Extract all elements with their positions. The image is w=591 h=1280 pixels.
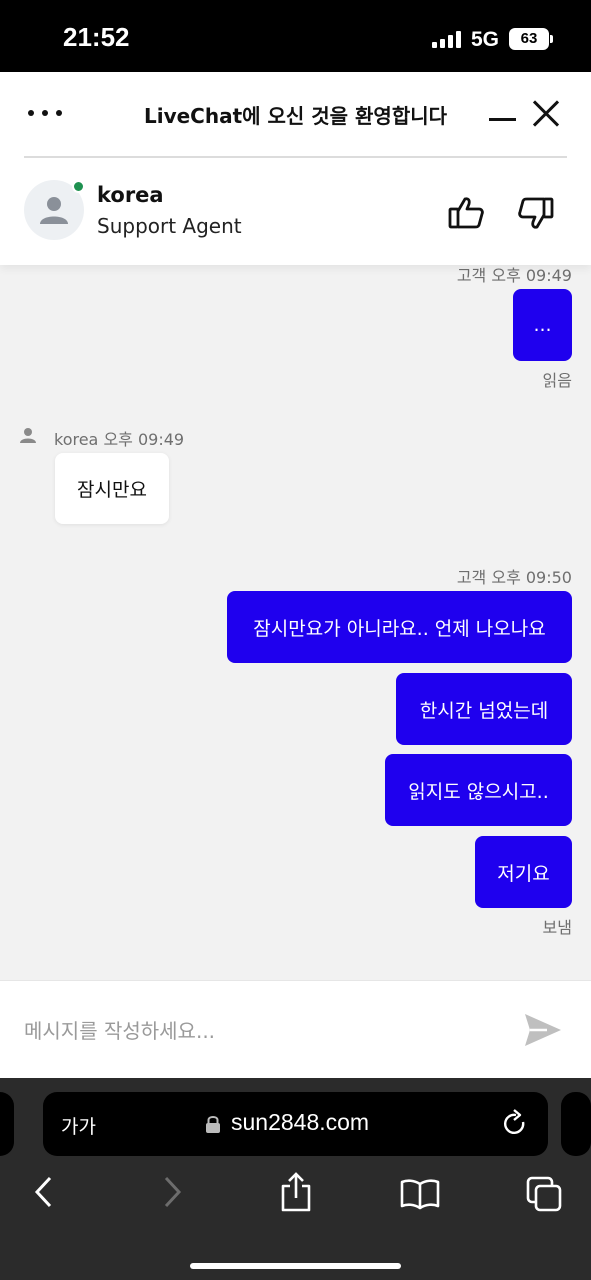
status-time: 21:52 — [63, 22, 130, 52]
lock-icon — [206, 1116, 220, 1133]
read-status: 읽음 — [542, 371, 572, 390]
message-meta: korea 오후 09:49 — [54, 430, 185, 449]
share-icon[interactable] — [279, 1172, 313, 1212]
message-meta: 고객 오후 09:50 — [456, 568, 572, 587]
sent-status: 보냄 — [542, 918, 572, 937]
url-text[interactable]: sun2848.com — [231, 1109, 369, 1136]
message-composer: 메시지를 작성하세요... — [0, 980, 591, 1078]
status-bar: 21:52 5G 63 — [0, 0, 591, 72]
customer-message-bubble: 잠시만요가 아니라요.. 언제 나오나요 — [227, 591, 572, 663]
battery-icon: 63 — [509, 28, 549, 50]
thumbs-up-icon[interactable] — [447, 195, 485, 231]
chat-header: LiveChat에 오신 것을 환영합니다 korea Support Agen… — [0, 72, 591, 265]
cellular-signal-icon — [432, 30, 462, 48]
minimize-icon[interactable] — [489, 118, 516, 121]
thumbs-down-icon[interactable] — [517, 195, 555, 231]
address-bar[interactable]: 가가 sun2848.com — [43, 1092, 548, 1156]
person-icon — [40, 197, 68, 224]
agent-message-bubble: 잠시만요 — [55, 453, 169, 524]
customer-message-bubble: 한시간 넘었는데 — [396, 673, 572, 745]
reload-icon[interactable] — [501, 1109, 529, 1139]
message-input[interactable]: 메시지를 작성하세요... — [24, 1015, 215, 1044]
customer-message-bubble: 읽지도 않으시고.. — [385, 754, 572, 826]
customer-message-bubble: 저기요 — [475, 836, 572, 908]
bookmarks-icon[interactable] — [400, 1178, 440, 1210]
close-icon[interactable] — [532, 100, 560, 128]
previous-tab-preview[interactable] — [0, 1092, 14, 1156]
browser-chrome: 가가 sun2848.com — [0, 1078, 591, 1280]
agent-person-icon — [20, 428, 36, 443]
agent-role: Support Agent — [97, 214, 242, 238]
message-meta: 고객 오후 09:49 — [456, 266, 572, 285]
header-divider — [24, 156, 567, 158]
chat-title: LiveChat에 오신 것을 환영합니다 — [143, 104, 448, 128]
home-indicator — [190, 1263, 401, 1269]
customer-message-bubble: ... — [513, 289, 572, 361]
send-icon[interactable] — [523, 1011, 563, 1049]
forward-icon[interactable] — [160, 1174, 184, 1210]
more-options-icon[interactable] — [28, 100, 62, 126]
tabs-icon[interactable] — [526, 1176, 564, 1212]
agent-name: korea — [97, 183, 164, 207]
next-tab-preview[interactable] — [561, 1092, 591, 1156]
network-type: 5G — [471, 28, 500, 51]
back-icon[interactable] — [32, 1174, 56, 1210]
text-size-button[interactable]: 가가 — [61, 1112, 96, 1139]
battery-tip — [550, 35, 553, 43]
online-status-dot — [72, 180, 85, 193]
